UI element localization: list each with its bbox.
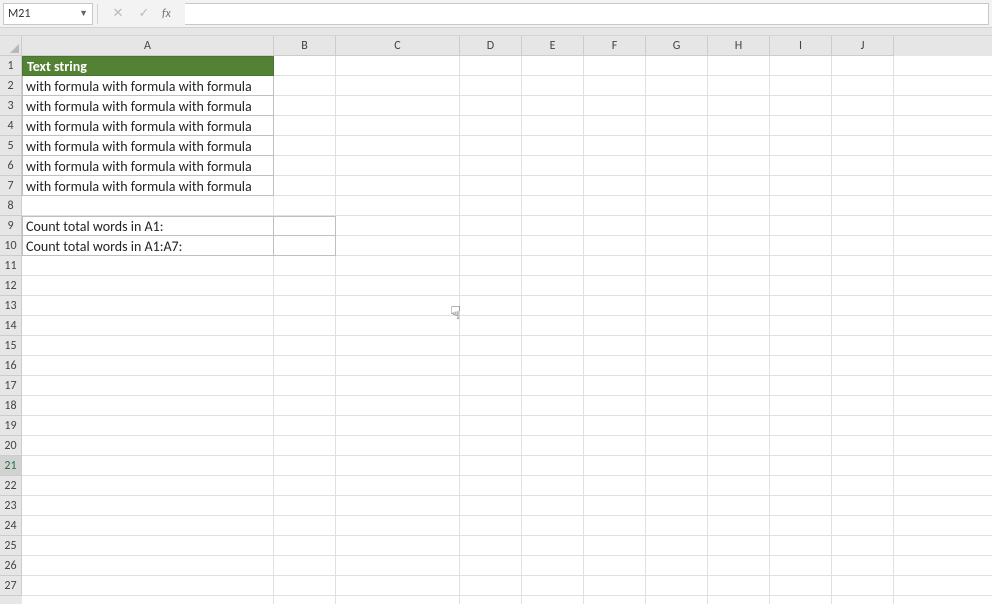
gridline-h: [22, 536, 992, 556]
row-header-5[interactable]: 5: [0, 136, 22, 156]
spreadsheet: 1234567891011121314151617181920212223242…: [0, 36, 992, 604]
row-header-18[interactable]: 18: [0, 396, 22, 416]
row-header-4[interactable]: 4: [0, 116, 22, 136]
row-header-15[interactable]: 15: [0, 336, 22, 356]
row-header-13[interactable]: 13: [0, 296, 22, 316]
col-header-B[interactable]: B: [274, 36, 336, 56]
row-header-12[interactable]: 12: [0, 276, 22, 296]
row-header-9[interactable]: 9: [0, 216, 22, 236]
cell-B9[interactable]: [274, 216, 336, 236]
name-box-dropdown-icon[interactable]: ▼: [79, 8, 88, 19]
grid-body[interactable]: Text stringwith formula with formula wit…: [22, 56, 992, 604]
row-header-26[interactable]: 26: [0, 556, 22, 576]
formula-input[interactable]: [185, 3, 989, 25]
col-header-G[interactable]: G: [646, 36, 708, 56]
row-header-16[interactable]: 16: [0, 356, 22, 376]
gridline-h: [22, 336, 992, 356]
row-header-24[interactable]: 24: [0, 516, 22, 536]
col-header-A[interactable]: A: [22, 36, 274, 56]
cell-A1[interactable]: Text string: [22, 56, 274, 76]
cell-A9[interactable]: Count total words in A1:: [22, 216, 274, 236]
gridline-h: [22, 196, 992, 216]
row-header-11[interactable]: 11: [0, 256, 22, 276]
cell-A3[interactable]: with formula with formula with formula: [22, 96, 274, 116]
cell-B10[interactable]: [274, 236, 336, 256]
gridline-h: [22, 496, 992, 516]
fx-icon[interactable]: fx: [162, 7, 171, 21]
accept-icon[interactable]: ✓: [136, 6, 152, 21]
gridline-h: [22, 416, 992, 436]
formula-bar-buttons: ✕ ✓ fx: [102, 6, 179, 21]
name-box-value: M21: [8, 7, 30, 21]
row-header-17[interactable]: 17: [0, 376, 22, 396]
col-header-D[interactable]: D: [460, 36, 522, 56]
col-header-H[interactable]: H: [708, 36, 770, 56]
gridline-h: [22, 376, 992, 396]
row-header-7[interactable]: 7: [0, 176, 22, 196]
gridline-h: [22, 296, 992, 316]
row-headers: 1234567891011121314151617181920212223242…: [0, 36, 22, 604]
row-header-22[interactable]: 22: [0, 476, 22, 496]
cell-A6[interactable]: with formula with formula with formula: [22, 156, 274, 176]
row-header-23[interactable]: 23: [0, 496, 22, 516]
gridline-h: [22, 456, 992, 476]
gridline-h: [22, 396, 992, 416]
col-header-C[interactable]: C: [336, 36, 460, 56]
col-header-E[interactable]: E: [522, 36, 584, 56]
gridline-h: [22, 276, 992, 296]
cell-A2[interactable]: with formula with formula with formula: [22, 76, 274, 96]
formula-bar: M21 ▼ ✕ ✓ fx: [0, 0, 992, 28]
row-header-3[interactable]: 3: [0, 96, 22, 116]
gridline-h: [22, 436, 992, 456]
row-header-8[interactable]: 8: [0, 196, 22, 216]
divider: [97, 4, 98, 24]
cell-A5[interactable]: with formula with formula with formula: [22, 136, 274, 156]
row-header-14[interactable]: 14: [0, 316, 22, 336]
name-box[interactable]: M21 ▼: [3, 3, 93, 25]
gridline-h: [22, 316, 992, 336]
row-header-10[interactable]: 10: [0, 236, 22, 256]
row-header-2[interactable]: 2: [0, 76, 22, 96]
row-header-6[interactable]: 6: [0, 156, 22, 176]
gridline-h: [22, 356, 992, 376]
row-header-19[interactable]: 19: [0, 416, 22, 436]
col-header-F[interactable]: F: [584, 36, 646, 56]
row-header-1[interactable]: 1: [0, 56, 22, 76]
row-header-25[interactable]: 25: [0, 536, 22, 556]
gridline-h: [22, 516, 992, 536]
col-header-J[interactable]: J: [832, 36, 894, 56]
row-header-21[interactable]: 21: [0, 456, 22, 476]
spacer-bar: [0, 28, 992, 36]
cell-A4[interactable]: with formula with formula with formula: [22, 116, 274, 136]
grid: ABCDEFGHIJ Text stringwith formula with …: [22, 36, 992, 604]
cell-A7[interactable]: with formula with formula with formula: [22, 176, 274, 196]
row-header-27[interactable]: 27: [0, 576, 22, 596]
gridline-h: [22, 576, 992, 596]
gridline-h: [22, 556, 992, 576]
gridline-h: [22, 256, 992, 276]
col-header-I[interactable]: I: [770, 36, 832, 56]
select-all-corner[interactable]: [0, 36, 22, 56]
row-header-20[interactable]: 20: [0, 436, 22, 456]
column-headers: ABCDEFGHIJ: [22, 36, 992, 56]
cell-A10[interactable]: Count total words in A1:A7:: [22, 236, 274, 256]
cancel-icon[interactable]: ✕: [110, 6, 126, 21]
gridline-h: [22, 476, 992, 496]
